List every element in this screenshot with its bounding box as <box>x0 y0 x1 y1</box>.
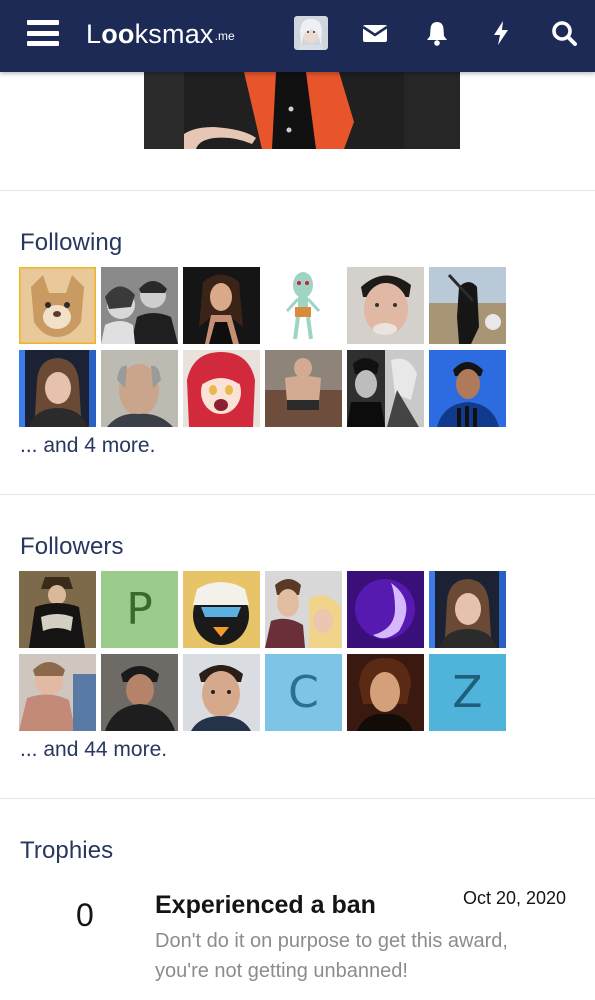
avatar[interactable] <box>347 654 424 731</box>
avatar[interactable] <box>19 654 96 731</box>
bolt-icon[interactable] <box>486 18 516 48</box>
trophies-heading: Trophies <box>20 837 114 864</box>
avatar[interactable] <box>429 571 506 648</box>
logo-text: Looksmax <box>86 19 214 49</box>
avatar[interactable] <box>347 571 424 648</box>
avatar[interactable] <box>19 571 96 648</box>
user-avatar[interactable] <box>294 16 328 50</box>
followers-heading: Followers <box>20 533 124 560</box>
trophy-title: Experienced a ban <box>155 891 376 919</box>
menu-icon[interactable] <box>27 20 59 46</box>
envelope-icon[interactable] <box>360 18 390 48</box>
trophy-date: Oct 20, 2020 <box>463 888 567 908</box>
avatar[interactable] <box>19 267 96 344</box>
following-heading: Following <box>20 229 123 256</box>
avatar[interactable] <box>183 654 260 731</box>
avatar-letter-p[interactable]: P <box>101 571 178 648</box>
avatar[interactable] <box>101 350 178 427</box>
bell-icon[interactable] <box>422 18 452 48</box>
avatar[interactable] <box>347 267 424 344</box>
avatar[interactable] <box>183 571 260 648</box>
avatar[interactable] <box>265 571 342 648</box>
top-navbar: Looksmax .me <box>0 0 595 72</box>
avatar[interactable] <box>101 267 178 344</box>
section-divider <box>0 494 595 495</box>
avatar[interactable] <box>183 267 260 344</box>
avatar[interactable] <box>19 350 96 427</box>
avatar[interactable] <box>429 350 506 427</box>
logo-tld: .me <box>214 29 235 43</box>
avatar[interactable] <box>183 350 260 427</box>
profile-banner-image <box>144 72 460 149</box>
section-divider <box>0 190 595 191</box>
site-logo[interactable]: Looksmax .me <box>86 14 235 54</box>
search-icon[interactable] <box>549 18 579 48</box>
avatar[interactable] <box>429 267 506 344</box>
trophy-points: 0 <box>76 897 94 933</box>
avatar[interactable] <box>347 350 424 427</box>
avatar-letter-c[interactable]: C <box>265 654 342 731</box>
section-divider <box>0 798 595 799</box>
avatar[interactable] <box>265 350 342 427</box>
avatar-letter-z[interactable]: Z <box>429 654 506 731</box>
avatar[interactable] <box>101 654 178 731</box>
followers-more-link[interactable]: ... and 44 more. <box>20 738 167 762</box>
following-more-link[interactable]: ... and 4 more. <box>20 434 155 458</box>
avatar[interactable] <box>265 267 342 344</box>
trophy-description: Don't do it on purpose to get this award… <box>155 930 508 982</box>
